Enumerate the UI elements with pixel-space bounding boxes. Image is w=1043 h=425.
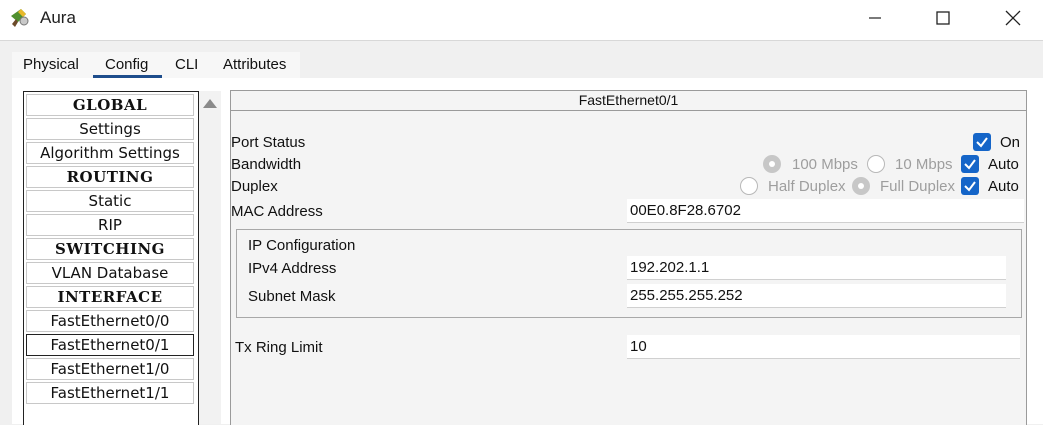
sidebar-header-routing[interactable]: ROUTING [26,166,194,188]
sidebar-item-static[interactable]: Static [26,190,194,212]
minimize-button[interactable] [852,4,898,32]
maximize-icon [936,11,950,25]
panel-title: FastEthernet0/1 [231,91,1026,111]
mac-address-label: MAC Address [231,203,323,220]
sidebar-item-vlan-database[interactable]: VLAN Database [26,262,194,284]
port-status-on-checkbox[interactable] [973,133,991,151]
title-bar: Aura [0,0,1043,41]
port-status-label: Port Status [231,134,306,151]
full-duplex-label: Full Duplex [880,178,956,195]
close-icon [1005,10,1021,26]
sidebar-item-fastethernet0-1[interactable]: FastEthernet0/1 [26,334,194,356]
bandwidth-label: Bandwidth [231,156,302,173]
sidebar-header-interface[interactable]: INTERFACE [26,286,194,308]
bandwidth-10-radio[interactable] [867,155,885,173]
sidebar-scrollbar[interactable] [199,91,221,424]
port-status-on-label: On [1000,134,1021,151]
ipv4-address-label: IPv4 Address [248,260,337,277]
sidebar-item-settings[interactable]: Settings [26,118,194,140]
tx-ring-limit-label: Tx Ring Limit [235,339,323,356]
subnet-mask-label: Subnet Mask [248,288,336,305]
tab-physical[interactable]: Physical [23,56,79,73]
window-title: Aura [40,8,76,27]
subnet-mask-input[interactable]: 255.255.255.252 [627,284,1006,308]
bandwidth-auto-label: Auto [988,156,1019,173]
config-sidebar: GLOBAL Settings Algorithm Settings ROUTI… [23,91,199,425]
bandwidth-100-label: 100 Mbps [792,156,858,173]
minimize-icon [869,17,881,19]
ipv4-address-input[interactable]: 192.202.1.1 [627,256,1006,280]
duplex-auto-checkbox[interactable] [961,177,979,195]
sidebar-header-switching[interactable]: SWITCHING [26,238,194,260]
half-duplex-label: Half Duplex [768,178,846,195]
duplex-auto-label: Auto [988,178,1019,195]
tab-cli[interactable]: CLI [175,56,198,73]
close-button[interactable] [990,4,1036,32]
maximize-button[interactable] [920,4,966,32]
tab-strip: Physical Config CLI Attributes [12,52,300,78]
checkmark-icon [964,159,976,170]
full-duplex-radio[interactable] [852,177,870,195]
checkmark-icon [976,137,988,148]
sidebar-item-fastethernet1-1[interactable]: FastEthernet1/1 [26,382,194,404]
ip-configuration-title: IP Configuration [248,237,356,254]
app-icon [9,6,33,30]
half-duplex-radio[interactable] [740,177,758,195]
tab-attributes[interactable]: Attributes [223,56,286,73]
mac-address-field[interactable]: 00E0.8F28.6702 [627,199,1024,223]
sidebar-item-fastethernet1-0[interactable]: FastEthernet1/0 [26,358,194,380]
sidebar-item-fastethernet0-0[interactable]: FastEthernet0/0 [26,310,194,332]
sidebar-item-rip[interactable]: RIP [26,214,194,236]
tab-config[interactable]: Config [105,56,148,73]
tx-ring-limit-input[interactable]: 10 [627,335,1020,359]
scroll-up-arrow-icon[interactable] [203,99,217,108]
duplex-label: Duplex [231,178,278,195]
bandwidth-10-label: 10 Mbps [895,156,953,173]
checkmark-icon [964,181,976,192]
bandwidth-100-radio[interactable] [763,155,781,173]
sidebar-item-algorithm-settings[interactable]: Algorithm Settings [26,142,194,164]
sidebar-header-global[interactable]: GLOBAL [26,94,194,116]
bandwidth-auto-checkbox[interactable] [961,155,979,173]
